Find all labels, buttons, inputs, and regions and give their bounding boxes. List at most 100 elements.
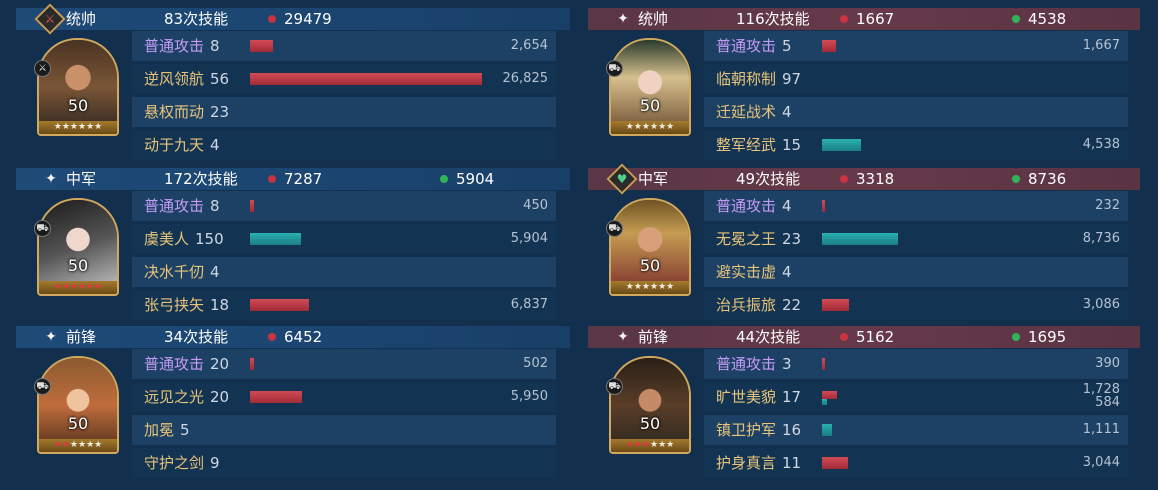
hero-stars: ★★★★★★ <box>39 281 117 294</box>
sparkle-icon: ✦ <box>617 329 629 345</box>
hero-level: 50 <box>67 414 89 433</box>
skill-name: 加冕 5 <box>144 421 190 439</box>
skill-name-text: 远见之光 <box>144 388 205 406</box>
skill-row: 普通攻击 4 232 <box>704 191 1128 221</box>
skill-cast-count: 18 <box>210 296 230 314</box>
star-icon: ★ <box>666 122 675 132</box>
skill-name-text: 虞美人 <box>144 230 190 248</box>
skill-value: 2,654 <box>511 39 548 53</box>
damage-dot-icon <box>840 175 848 183</box>
skill-row: 决水千仞 4 <box>132 257 556 287</box>
hero-portrait[interactable]: 50 ★★★★★★ <box>37 38 119 136</box>
hero-level: 50 <box>67 256 89 275</box>
star-icon: ★ <box>633 122 642 132</box>
skill-value: 6,837 <box>511 298 548 312</box>
unit-card: ✦ 前锋 44次技能 5162 1695 50 ★★★★★★ ⛟ 普通攻击 3 390 旷世美貌 17 1… <box>588 326 1140 484</box>
skill-value: 3,044 <box>1083 456 1120 470</box>
hero-portrait[interactable]: 50 ★★★★★★ <box>609 356 691 454</box>
total-damage: 7287 <box>268 168 322 190</box>
skill-cast-count: 20 <box>210 355 230 373</box>
skill-value: 5,904 <box>511 232 548 246</box>
total-damage: 29479 <box>268 8 332 30</box>
unit-card: ⚔ 统帅 83次技能 29479 50 ★★★★★★ ⚔ 普通攻击 8 2,654 逆风领航 56 26… <box>16 3 570 166</box>
skill-value-primary: 5,950 <box>510 389 548 404</box>
skill-cast-count: 8 <box>210 197 220 215</box>
damage-bar <box>822 391 837 399</box>
skill-bar-track <box>822 299 1060 311</box>
skill-row: 远见之光 20 5,950 <box>132 382 556 412</box>
star-icon: ★ <box>94 282 103 292</box>
total-damage-value: 1667 <box>856 10 895 28</box>
skill-count: 44次技能 <box>736 328 801 346</box>
skill-row: 逆风领航 56 26,825 <box>132 64 556 94</box>
sparkle-icon: ✦ <box>45 171 57 187</box>
skill-name: 整军经武 15 <box>716 136 801 154</box>
skill-cast-count: 15 <box>782 136 802 154</box>
damage-bar <box>250 358 255 370</box>
star-icon: ★ <box>78 122 87 132</box>
skill-name-text: 悬权而动 <box>144 103 205 121</box>
skill-bar-track <box>822 40 1060 52</box>
star-icon: ★ <box>69 122 78 132</box>
skill-name-text: 普通攻击 <box>716 355 777 373</box>
star-icon: ★ <box>625 122 634 132</box>
skill-row: 虞美人 150 5,904 <box>132 224 556 254</box>
skill-value-primary: 26,825 <box>502 71 549 86</box>
skill-bar-track <box>822 457 1060 469</box>
star-icon: ★ <box>86 440 95 450</box>
unit-header: ⚔ 统帅 83次技能 29479 <box>16 3 570 35</box>
skill-name: 镇卫护军 16 <box>716 421 801 439</box>
damage-bar <box>822 40 837 52</box>
skill-name-text: 守护之剑 <box>144 454 205 472</box>
star-icon: ★ <box>53 122 62 132</box>
damage-bar <box>250 391 302 403</box>
star-icon: ★ <box>69 440 78 450</box>
skill-cast-count: 11 <box>782 454 802 472</box>
skill-row: 普通攻击 20 502 <box>132 349 556 379</box>
skill-cast-count: 20 <box>210 388 230 406</box>
star-icon: ★ <box>625 440 634 450</box>
skill-name: 普通攻击 5 <box>716 37 792 55</box>
skill-name-text: 普通攻击 <box>716 37 777 55</box>
hero-stars: ★★★★★★ <box>39 439 117 452</box>
star-icon: ★ <box>78 440 87 450</box>
star-icon: ★ <box>53 440 62 450</box>
total-heal: 4538 <box>1012 8 1066 30</box>
heal-bar <box>822 399 828 405</box>
skill-name-text: 护身真言 <box>716 454 777 472</box>
skill-value: 1,667 <box>1083 39 1120 53</box>
star-icon: ★ <box>61 440 70 450</box>
skill-name-text: 普通攻击 <box>716 197 777 215</box>
skill-name-text: 临朝称制 <box>716 70 777 88</box>
skill-bar-track <box>822 358 1060 370</box>
skill-row: 普通攻击 3 390 <box>704 349 1128 379</box>
skill-cast-count: 97 <box>782 70 802 88</box>
total-heal-value: 5904 <box>456 170 495 188</box>
role-label: 前锋 <box>638 328 669 346</box>
skill-cast-count: 4 <box>782 263 792 281</box>
damage-bar <box>250 299 310 311</box>
star-icon: ★ <box>641 282 650 292</box>
skill-value-primary: 4,538 <box>1082 137 1120 152</box>
skill-cast-count: 16 <box>782 421 802 439</box>
skill-name: 迁延战术 4 <box>716 103 792 121</box>
unit-header: ✦ 统帅 116次技能 1667 4538 <box>588 8 1140 30</box>
skill-cast-count: 23 <box>782 230 802 248</box>
star-icon: ★ <box>658 122 667 132</box>
hero-portrait[interactable]: 50 ★★★★★★ <box>609 38 691 136</box>
star-icon: ★ <box>86 282 95 292</box>
hero-portrait[interactable]: 50 ★★★★★★ <box>37 356 119 454</box>
skill-value: 1,728 584 <box>1083 383 1120 409</box>
heal-bar <box>822 233 898 245</box>
hero-level: 50 <box>639 96 661 115</box>
hero-portrait[interactable]: 50 ★★★★★★ <box>609 198 691 296</box>
skill-value-primary: 450 <box>523 198 548 213</box>
skill-row: 迁延战术 4 <box>704 97 1128 127</box>
hero-stars: ★★★★★★ <box>611 439 689 452</box>
skill-bar-track <box>250 457 488 469</box>
skill-bar-track <box>250 200 488 212</box>
skill-name-text: 治兵振旅 <box>716 296 777 314</box>
star-icon: ★ <box>633 440 642 450</box>
hero-portrait[interactable]: 50 ★★★★★★ <box>37 198 119 296</box>
skill-row: 悬权而动 23 <box>132 97 556 127</box>
